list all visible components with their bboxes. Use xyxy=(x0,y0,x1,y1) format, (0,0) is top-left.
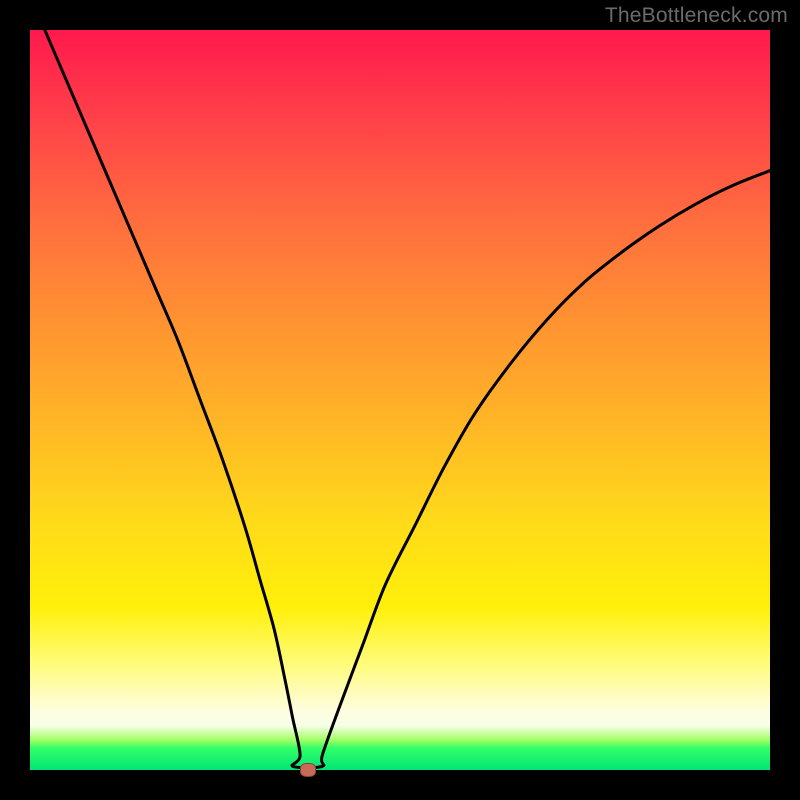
bottleneck-curve xyxy=(30,30,770,770)
curve-path xyxy=(45,30,770,768)
plot-area xyxy=(30,30,770,770)
watermark-text: TheBottleneck.com xyxy=(605,4,788,28)
chart-frame: TheBottleneck.com xyxy=(0,0,800,800)
minimum-marker xyxy=(300,763,316,777)
